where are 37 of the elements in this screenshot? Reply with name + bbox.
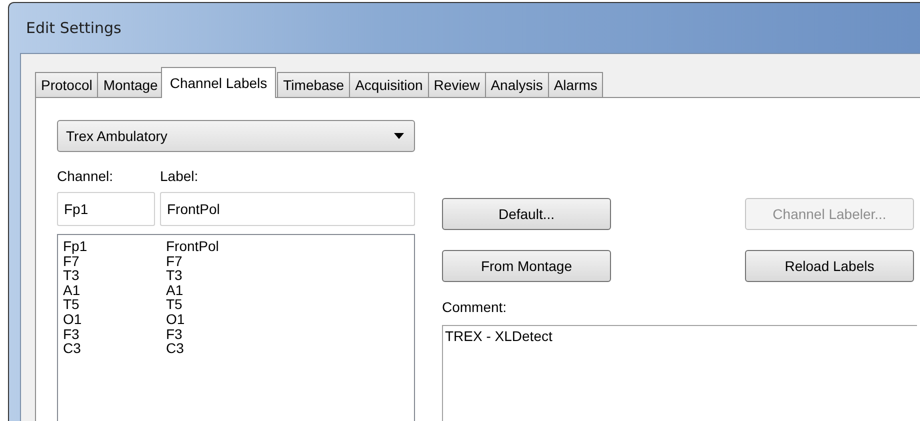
tab[interactable]: Protocol: [35, 72, 98, 97]
label-label: Label:: [160, 168, 198, 184]
tab[interactable]: Acquisition: [349, 72, 429, 97]
channel-label-text: A1: [166, 282, 184, 298]
channel-name: A1: [63, 282, 82, 298]
channel-field[interactable]: Fp1: [57, 192, 155, 226]
channel-name: F7: [63, 254, 80, 268]
tab[interactable]: Analysis: [484, 72, 549, 97]
tab[interactable]: Review: [428, 72, 486, 97]
caret-icon: [394, 133, 404, 139]
dialog-button[interactable]: From Montage: [442, 250, 611, 282]
channel-label-text: T5: [166, 297, 182, 312]
comment-field[interactable]: TREX - XLDetect: [442, 325, 917, 421]
channel-label-text: O1: [166, 312, 185, 327]
montage-dropdown[interactable]: Trex Ambulatory: [57, 120, 415, 152]
channel-name: O1: [63, 312, 83, 327]
channel-list[interactable]: Fp1 FrontPol F7 F7 T3 T3 A1 A1 T5 T5 O1 O1 F3 F3 C3 C3: [57, 234, 415, 421]
channel-name: C3: [63, 341, 82, 356]
tab[interactable]: Timebase: [277, 72, 350, 97]
channel-label-text: C3: [166, 341, 184, 356]
channel-label: Channel:: [57, 168, 114, 184]
channel-name: T3: [63, 268, 80, 283]
channel-label-text: F3: [166, 326, 182, 342]
tab[interactable]: Channel Labels: [160, 67, 276, 98]
comment-label: Comment:: [442, 299, 508, 317]
channel-name: F3: [63, 326, 80, 342]
channel-name: Fp1: [63, 239, 88, 254]
label-field[interactable]: FrontPol: [160, 192, 415, 226]
dialog-button[interactable]: Default...: [442, 198, 611, 230]
tab[interactable]: Alarms: [548, 72, 604, 97]
dialog-button[interactable]: Reload Labels: [745, 250, 914, 282]
window-title: Edit Settings: [26, 19, 122, 37]
channel-label-text: FrontPol: [166, 239, 219, 254]
channel-label-text: F7: [166, 254, 182, 268]
channel-label-text: T3: [166, 268, 182, 283]
tab[interactable]: Montage: [97, 72, 164, 97]
channel-name: T5: [63, 297, 80, 312]
